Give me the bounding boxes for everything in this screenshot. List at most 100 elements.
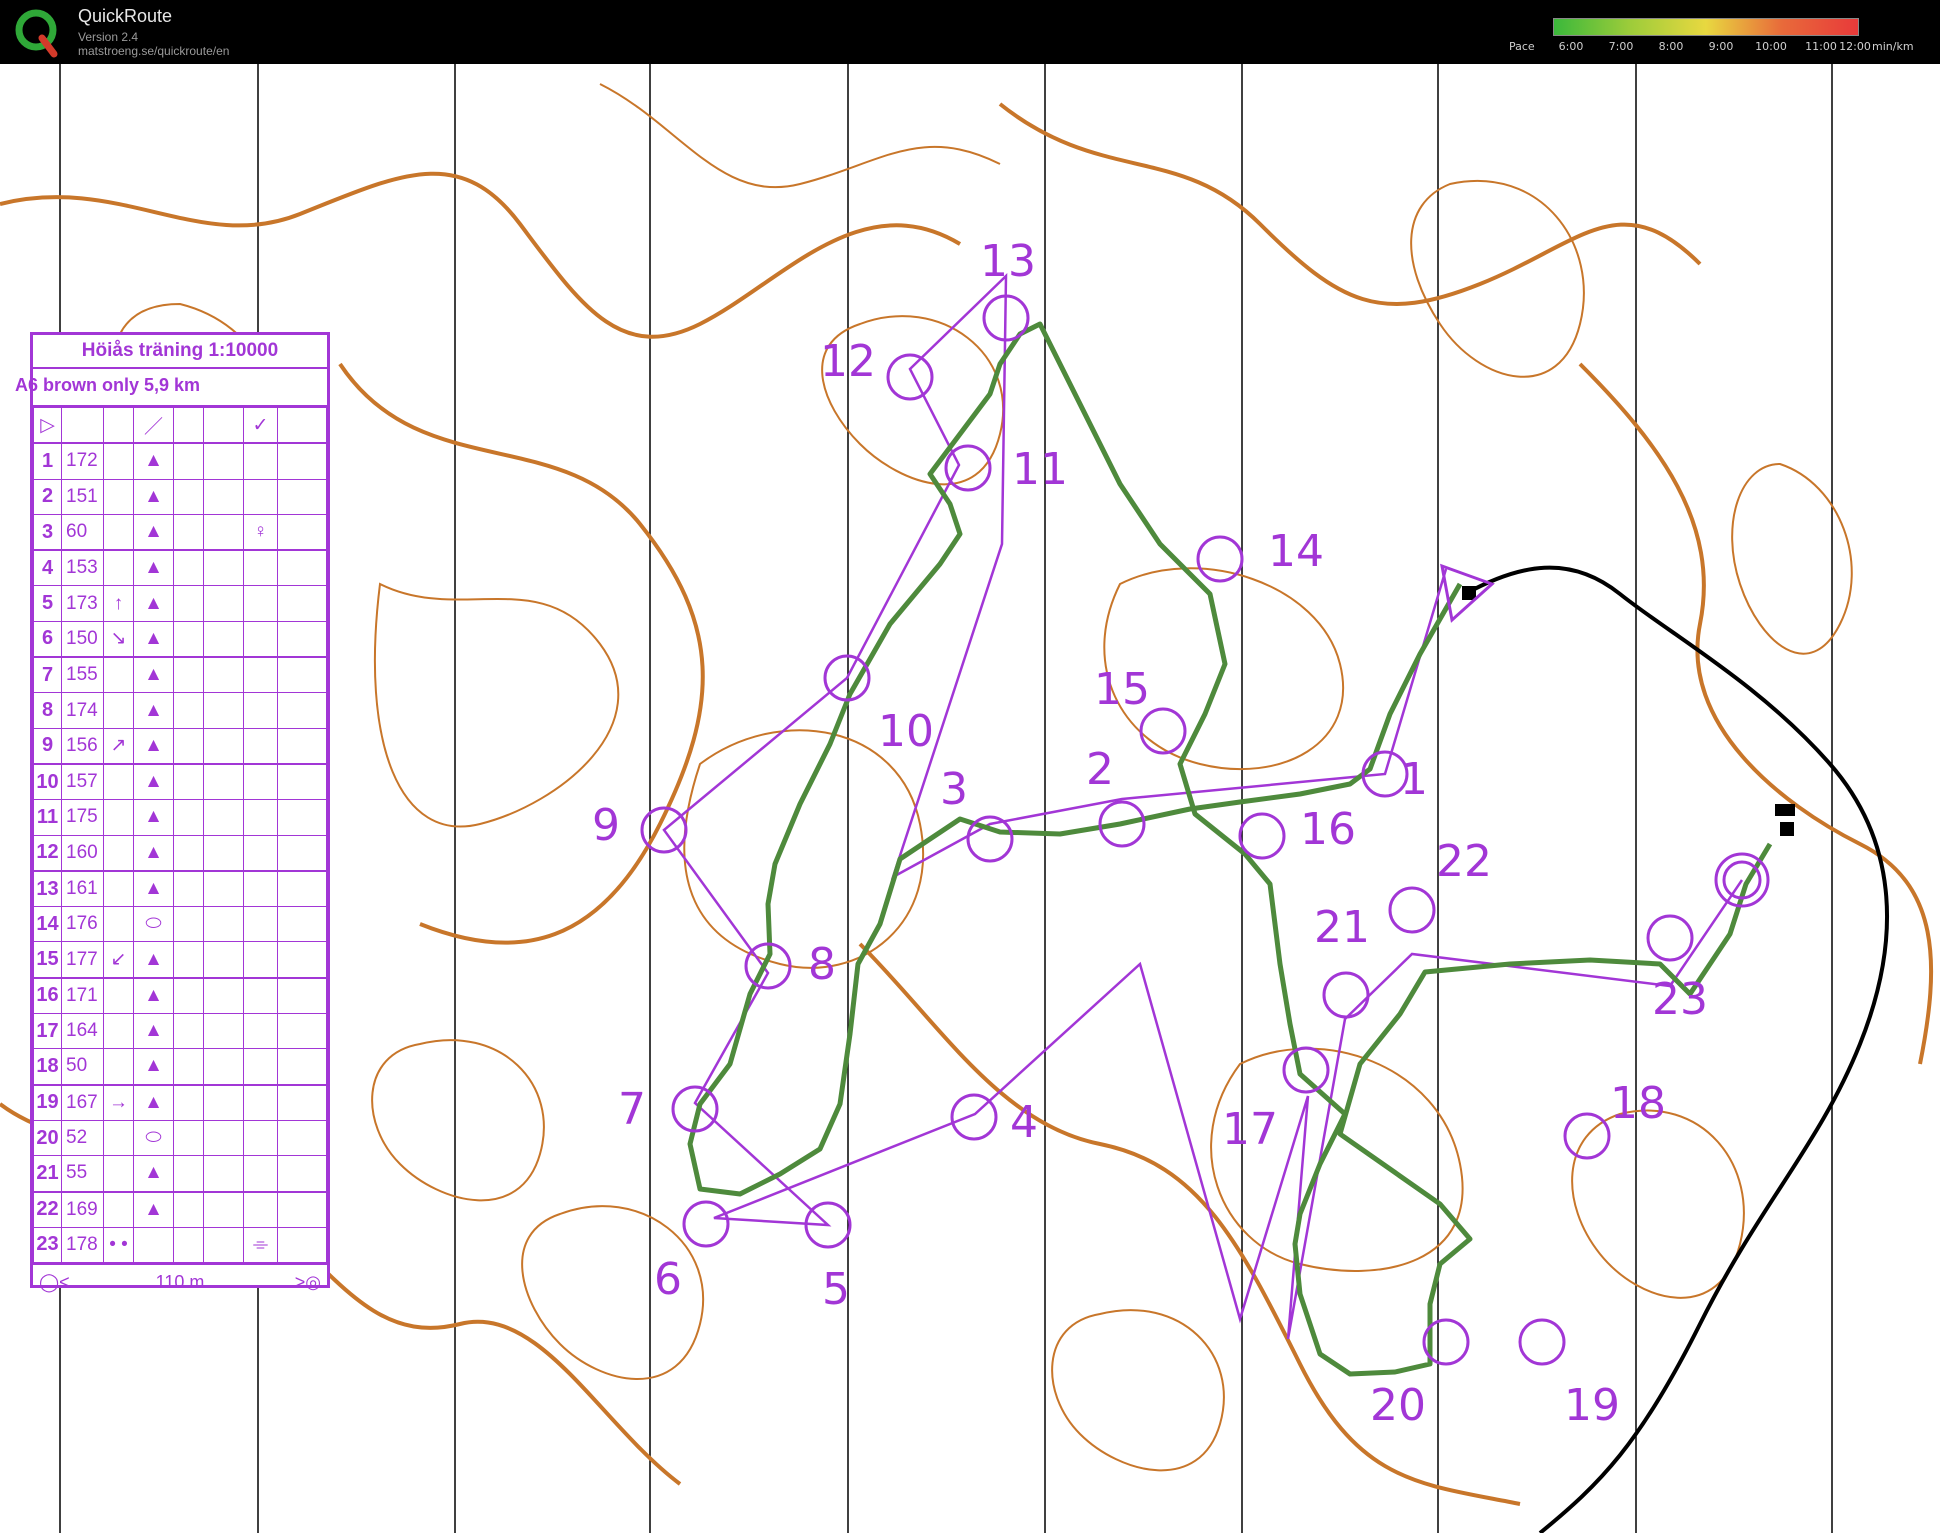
control-direction (103, 1191, 134, 1228)
control-direction (103, 977, 134, 1015)
control-label: 11 (1012, 444, 1068, 495)
control-feature: ⬭ (133, 1119, 174, 1157)
control-label: 20 (1370, 1380, 1426, 1431)
control-label: 13 (980, 236, 1036, 287)
pace-tick: 8:00 (1658, 40, 1684, 53)
control-seq: 2 (33, 478, 62, 515)
control-feature: ▲ (133, 870, 174, 908)
control-table: ▷ ／ ✓ 1 172 ▲ 2 151 ▲ 3 60 ▲ ♀ 4 153 ▲ 5 173 ↑ ▲ 6 150 ↘ ▲ 7 1… (33, 407, 327, 1264)
control-direction: ↘ (103, 620, 134, 659)
control-seq: 12 (33, 834, 62, 872)
control-direction (103, 513, 134, 552)
control-code: 156 (61, 727, 104, 765)
start-triangle-icon: ▷ (33, 407, 62, 445)
control-extra (243, 1084, 278, 1121)
control-direction: ↙ (103, 941, 134, 979)
control-seq: 9 (33, 727, 62, 765)
control-extra (243, 1119, 278, 1157)
control-row: 5 173 ↑ ▲ (33, 585, 327, 622)
control-label: 8 (808, 939, 836, 990)
control-row: 4 153 ▲ (33, 549, 327, 587)
control-seq: 13 (33, 870, 62, 908)
control-extra (243, 585, 278, 622)
control-label: 18 (1610, 1078, 1666, 1129)
building (1462, 586, 1476, 600)
control-row: 1 172 ▲ (33, 442, 327, 480)
control-label: 15 (1094, 664, 1150, 715)
control-extra (243, 763, 278, 801)
control-feature: ▲ (133, 1191, 174, 1228)
control-seq: 23 (33, 1226, 62, 1264)
control-seq: 21 (33, 1155, 62, 1193)
control-direction: ↑ (103, 585, 134, 622)
control-extra (243, 941, 278, 979)
control-extra (243, 1048, 278, 1086)
control-row: 20 52 ⬭ (33, 1119, 327, 1157)
control-row: 6 150 ↘ ▲ (33, 620, 327, 659)
control-seq: 20 (33, 1119, 62, 1157)
pace-tick: 6:00 (1558, 40, 1584, 53)
control-label: 19 (1564, 1380, 1620, 1431)
control-label: 16 (1300, 804, 1356, 855)
control-code: 176 (61, 906, 104, 943)
control-feature: ▲ (133, 763, 174, 801)
pace-tick: 9:00 (1708, 40, 1734, 53)
control-code: 173 (61, 585, 104, 622)
control-feature: ⬭ (133, 906, 174, 943)
control-extra (243, 906, 278, 943)
control-label: 10 (878, 706, 934, 757)
control-feature: ▲ (133, 478, 174, 515)
pace-color-scale (1553, 18, 1859, 36)
control-direction (103, 763, 134, 801)
app-url[interactable]: matstroeng.se/quickroute/en (78, 44, 229, 58)
control-row: 8 174 ▲ (33, 692, 327, 729)
control-feature: ▲ (133, 977, 174, 1015)
control-label: 22 (1436, 836, 1492, 887)
road-track (1464, 565, 1889, 1533)
control-label: 6 (654, 1254, 682, 1305)
control-extra: ⌯ (243, 1226, 278, 1264)
control-direction (103, 834, 134, 872)
control-label: 1 (1400, 754, 1428, 805)
course-title: Höiås träning 1:10000 (33, 335, 327, 369)
control-code: 52 (61, 1119, 104, 1157)
control-extra (243, 1155, 278, 1193)
control-code: 50 (61, 1048, 104, 1086)
control-direction (103, 1119, 134, 1157)
control-row: 10 157 ▲ (33, 763, 327, 801)
check-icon: ✓ (243, 407, 278, 445)
control-extra (243, 620, 278, 659)
pace-unit: min/km (1872, 40, 1914, 53)
pace-tick: 12:00 (1839, 40, 1871, 53)
gps-route (687, 321, 1773, 1377)
pace-label: Pace (1509, 40, 1535, 53)
control-seq: 15 (33, 941, 62, 979)
control-code: 157 (61, 763, 104, 801)
control-row: 9 156 ↗ ▲ (33, 727, 327, 765)
pace-tick: 7:00 (1608, 40, 1634, 53)
control-code: 150 (61, 620, 104, 659)
control-direction (103, 692, 134, 729)
control-code: 151 (61, 478, 104, 515)
pace-tick: 10:00 (1755, 40, 1787, 53)
control-extra (243, 870, 278, 908)
control-direction (103, 1048, 134, 1086)
control-seq: 7 (33, 656, 62, 694)
control-extra: ♀ (243, 513, 278, 552)
control-extra (243, 727, 278, 765)
control-code: 164 (61, 1013, 104, 1050)
control-row: 17 164 ▲ (33, 1013, 327, 1050)
building (1775, 804, 1795, 816)
control-direction: ↗ (103, 727, 134, 765)
control-row: 14 176 ⬭ (33, 906, 327, 943)
control-labels: 1 2 3 4 5 6 7 8 9 10 11 12 13 14 15 16 1… (592, 236, 1708, 1431)
control-direction: → (103, 1084, 134, 1121)
control-row: 21 55 ▲ (33, 1155, 327, 1193)
control-seq: 19 (33, 1084, 62, 1121)
control-label: 4 (1010, 1097, 1038, 1148)
control-direction (103, 442, 134, 480)
control-code: 55 (61, 1155, 104, 1193)
finish-row: ◯< 110 m >◎ (33, 1263, 327, 1299)
control-direction (103, 1155, 134, 1193)
control-direction (103, 1013, 134, 1050)
